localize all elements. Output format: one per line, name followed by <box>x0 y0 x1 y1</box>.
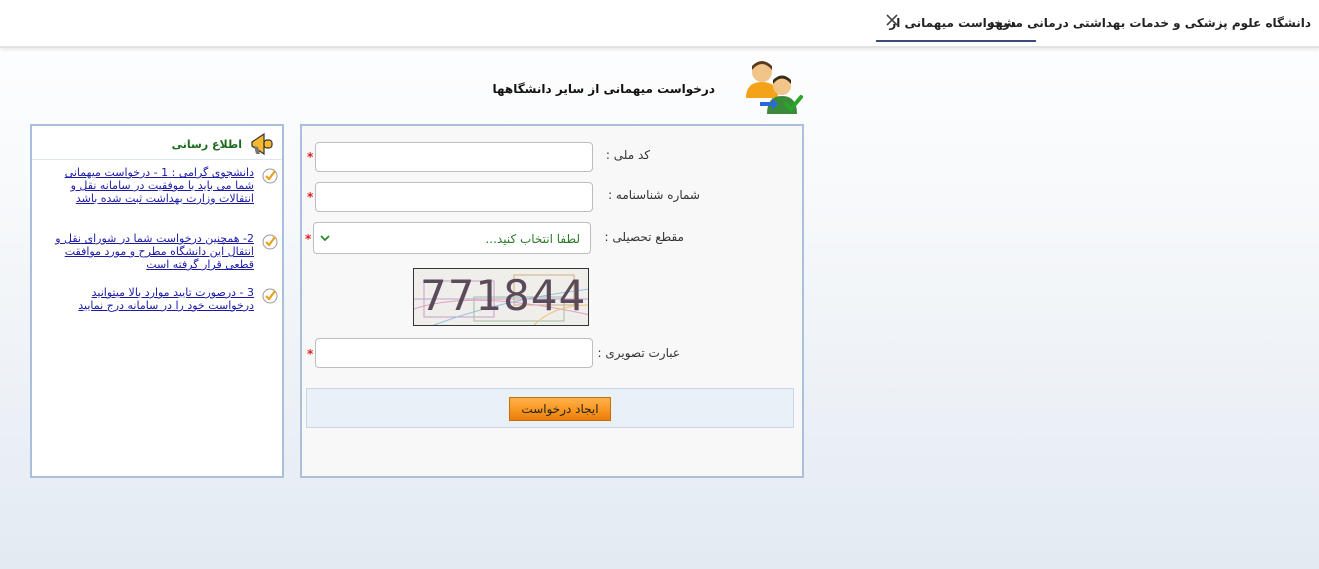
megaphone-icon <box>251 132 273 156</box>
id-number-label: شماره شناسنامه : <box>608 188 700 202</box>
news-link[interactable]: دانشجوی گرامی : 1 - درخواست میهمانی شما … <box>54 166 254 205</box>
page-title: درخواست میهمانی از سایر دانشگاهها <box>492 82 715 96</box>
required-marker: * <box>307 347 314 361</box>
create-request-button[interactable]: ایجاد درخواست <box>509 397 611 421</box>
news-link[interactable]: 3 - درصورت تایید موارد بالا میتوانید درخ… <box>54 286 254 312</box>
education-level-selected: لطفا انتخاب کنید... <box>485 232 580 246</box>
check-icon <box>262 288 278 304</box>
check-icon <box>262 168 278 184</box>
captcha-label: عبارت تصویری : <box>597 346 681 360</box>
request-form-panel: کد ملی : * شماره شناسنامه : * مقطع تحصیل… <box>300 124 804 478</box>
app-title: دانشگاه علوم پزشکی و خدمات بهداشتی درمان… <box>988 16 1311 30</box>
news-header: اطلاع رسانی <box>32 126 282 160</box>
users-approve-icon <box>746 61 803 114</box>
top-bar: دانشگاه علوم پزشکی و خدمات بهداشتی درمان… <box>0 0 1319 48</box>
required-marker: * <box>307 150 314 164</box>
captcha-text: 771844 <box>420 271 587 320</box>
required-marker: * <box>307 190 314 204</box>
captcha-image: 771844 <box>413 268 589 326</box>
close-icon[interactable] <box>884 12 900 28</box>
news-panel: اطلاع رسانی دانشجوی گرامی : 1 - درخواست … <box>30 124 284 478</box>
national-code-label: کد ملی : <box>605 148 650 162</box>
id-number-input[interactable] <box>315 182 593 212</box>
education-level-label: مقطع تحصیلی : <box>604 230 685 244</box>
required-marker: * <box>305 232 312 246</box>
education-level-select[interactable]: لطفا انتخاب کنید... <box>313 222 591 254</box>
tab-label: درخواست میهمانی از <box>889 16 1016 30</box>
captcha-input[interactable] <box>315 338 593 368</box>
national-code-input[interactable] <box>315 142 593 172</box>
chevron-down-icon <box>320 235 330 242</box>
news-link[interactable]: 2- همچنین درخواست شما در شورای نقل و انت… <box>54 232 254 271</box>
news-title: اطلاع رسانی <box>171 138 242 151</box>
check-icon <box>262 234 278 250</box>
tab-guest-request[interactable]: درخواست میهمانی از <box>876 0 1036 42</box>
submit-band: ایجاد درخواست <box>306 388 794 428</box>
